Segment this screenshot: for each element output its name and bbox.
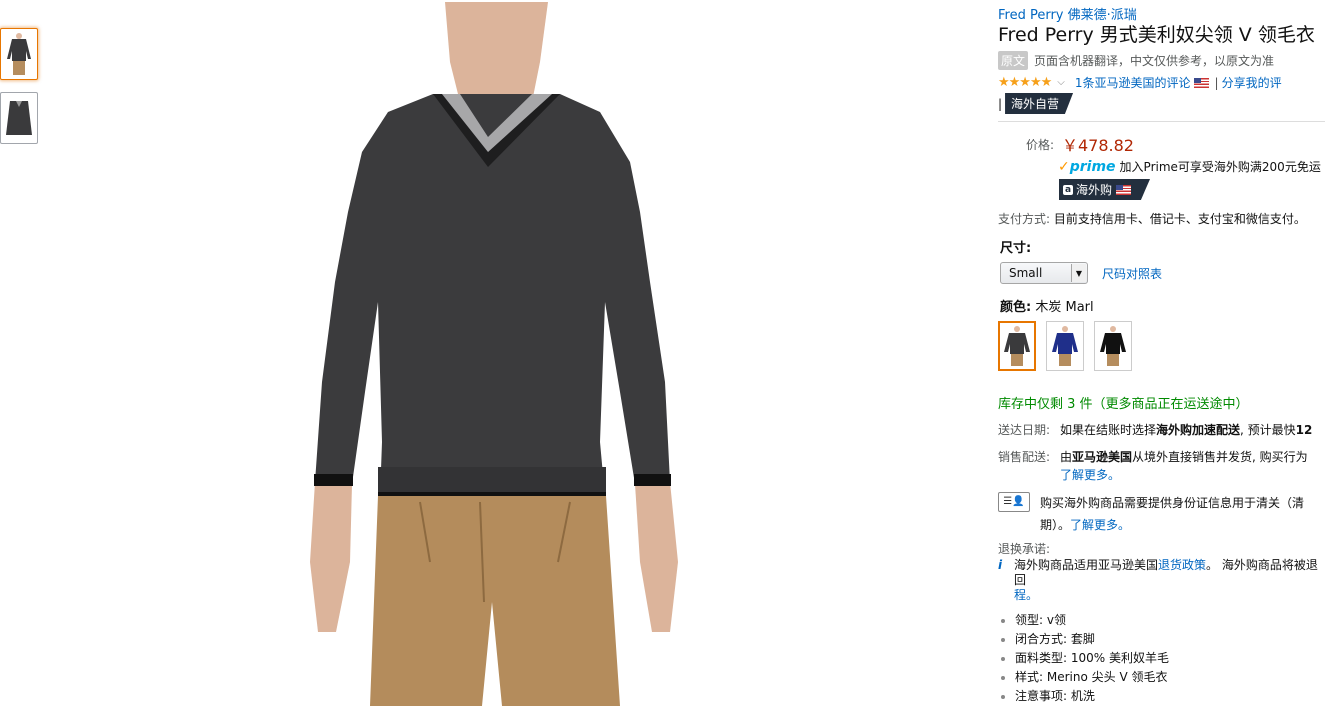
payment-label: 支付方式: xyxy=(998,212,1051,226)
thumbnail-front[interactable] xyxy=(0,28,38,80)
reviews-link[interactable]: 1条亚马逊美国的评论 xyxy=(1075,74,1191,91)
haiwaigou-badge: a 海外购 xyxy=(1059,179,1151,200)
sweater-thumbnail-image xyxy=(6,101,32,135)
returns-label: 退换承诺: xyxy=(998,542,1051,556)
feature-bullet: 面料类型: 100% 美利奴羊毛 xyxy=(1015,649,1325,668)
thumbnail-list xyxy=(0,28,40,156)
rating-row: ★★★★★ ⌵ 1条亚马逊美国的评论 | 分享我的评 xyxy=(998,74,1325,91)
overseas-self-operated-badge: 海外自营 xyxy=(1005,93,1074,114)
original-text-button[interactable]: 原文 xyxy=(998,51,1029,70)
overseas-badge-row: | 海外自营 xyxy=(998,93,1325,114)
returns-process-link[interactable]: 程。 xyxy=(1014,588,1038,602)
size-label: 尺寸: xyxy=(1000,241,1032,256)
model-wearing-sweater-image xyxy=(310,2,678,706)
chevron-down-icon[interactable]: ⌵ xyxy=(1057,77,1065,88)
prime-text: 加入Prime可享受海外购满200元免运 xyxy=(1119,160,1321,174)
translation-notice: 原文 页面含机器翻译，中文仅供参考，以原文为准 xyxy=(998,51,1325,70)
delivery-row: 送达日期: 如果在结账时选择海外购加速配送, 预计最快12 xyxy=(998,421,1325,439)
price-value: ￥478.82 xyxy=(1062,136,1134,155)
size-selected-value: Small xyxy=(1009,266,1043,280)
separator: | xyxy=(1214,75,1219,90)
thumbnail-side[interactable] xyxy=(0,92,38,144)
product-details: Fred Perry 佛莱德·派瑞 Fred Perry 男式美利奴尖领 V 领… xyxy=(998,0,1325,706)
translation-note: 页面含机器翻译，中文仅供参考，以原文为准 xyxy=(1034,54,1275,68)
divider xyxy=(998,121,1325,122)
seller-row: 销售配送: 由亚马逊美国从境外直接销售并发货, 购买行为 了解更多。 xyxy=(998,448,1325,484)
returns-body: i 海外购商品适用亚马逊美国退货政策。 海外购商品将被退回 程。 xyxy=(998,558,1325,603)
charcoal-sweater-icon xyxy=(1004,326,1030,366)
star-rating-icon[interactable]: ★★★★★ xyxy=(998,75,1052,90)
delivery-label: 送达日期: xyxy=(998,423,1051,437)
sweater-thumbnail-image xyxy=(7,33,31,75)
info-icon: i xyxy=(998,558,1003,572)
swatch-navy[interactable] xyxy=(1046,321,1084,371)
us-flag-icon xyxy=(1116,184,1132,195)
id-notice-row: ☰👤 购买海外购商品需要提供身份证信息用于清关（清 期）。了解更多。 xyxy=(998,492,1325,536)
black-sweater-icon xyxy=(1100,326,1126,366)
share-review-link[interactable]: 分享我的评 xyxy=(1222,74,1282,91)
feature-bullet: 闭合方式: 套脚 xyxy=(1015,630,1325,649)
feature-bullets: 领型: v领 闭合方式: 套脚 面料类型: 100% 美利奴羊毛 样式: Mer… xyxy=(998,611,1325,706)
feature-bullet: 样式: Merino 尖头 V 领毛衣 xyxy=(1015,668,1325,687)
size-row: Small ▼ 尺码对照表 xyxy=(998,262,1325,284)
separator: | xyxy=(998,96,1003,111)
seller-text: 由亚马逊美国从境外直接销售并发货, 购买行为 了解更多。 xyxy=(1060,450,1308,482)
size-chart-link[interactable]: 尺码对照表 xyxy=(1102,265,1162,282)
price-row: 价格: ￥478.82 xyxy=(998,132,1325,156)
amazon-logo-icon: a xyxy=(1063,184,1073,195)
feature-bullet: 领型: v领 xyxy=(1015,611,1325,630)
color-row: 颜色: 木炭 Marl xyxy=(998,296,1325,315)
stock-status: 库存中仅剩 3 件（更多商品正在运送途中） xyxy=(998,397,1249,412)
main-product-image[interactable] xyxy=(270,2,710,706)
color-swatches xyxy=(998,321,1325,371)
seller-label: 销售配送: xyxy=(998,450,1051,464)
payment-text: 目前支持信用卡、借记卡、支付宝和微信支付。 xyxy=(1053,212,1306,226)
dropdown-arrow-icon[interactable]: ▼ xyxy=(1071,264,1086,282)
feature-bullet: 注意事项: 机洗 xyxy=(1015,687,1325,706)
navy-sweater-icon xyxy=(1052,326,1078,366)
size-select[interactable]: Small ▼ xyxy=(1000,262,1088,284)
brand-link[interactable]: Fred Perry 佛莱德·派瑞 xyxy=(998,4,1325,23)
swatch-charcoal[interactable] xyxy=(998,321,1036,371)
payment-row: 支付方式: 目前支持信用卡、借记卡、支付宝和微信支付。 xyxy=(998,210,1325,227)
color-label: 颜色: xyxy=(1000,300,1032,315)
id-card-icon: ☰👤 xyxy=(998,492,1030,512)
color-value: 木炭 Marl xyxy=(1035,300,1094,315)
swatch-black[interactable] xyxy=(1094,321,1132,371)
return-policy-link[interactable]: 退货政策 xyxy=(1158,558,1206,572)
price-label: 价格: xyxy=(1025,138,1054,152)
returns-text: 海外购商品适用亚马逊美国退货政策。 海外购商品将被退回 程。 xyxy=(1014,558,1318,602)
product-title: Fred Perry 男式美利奴尖领 V 领毛衣 xyxy=(998,24,1315,46)
prime-logo-icon: ✓prime xyxy=(1058,158,1116,175)
delivery-text: 如果在结账时选择海外购加速配送, 预计最快12 xyxy=(1060,423,1313,437)
prime-row: ✓prime 加入Prime可享受海外购满200元免运 xyxy=(1058,158,1325,175)
id-learn-more-link[interactable]: 了解更多。 xyxy=(1070,518,1130,532)
us-flag-icon xyxy=(1193,77,1209,88)
id-notice-text: 购买海外购商品需要提供身份证信息用于清关（清 期）。了解更多。 xyxy=(1040,496,1305,532)
seller-learn-more-link[interactable]: 了解更多。 xyxy=(1060,468,1120,482)
haiwaigou-label: 海外购 xyxy=(1076,183,1113,197)
